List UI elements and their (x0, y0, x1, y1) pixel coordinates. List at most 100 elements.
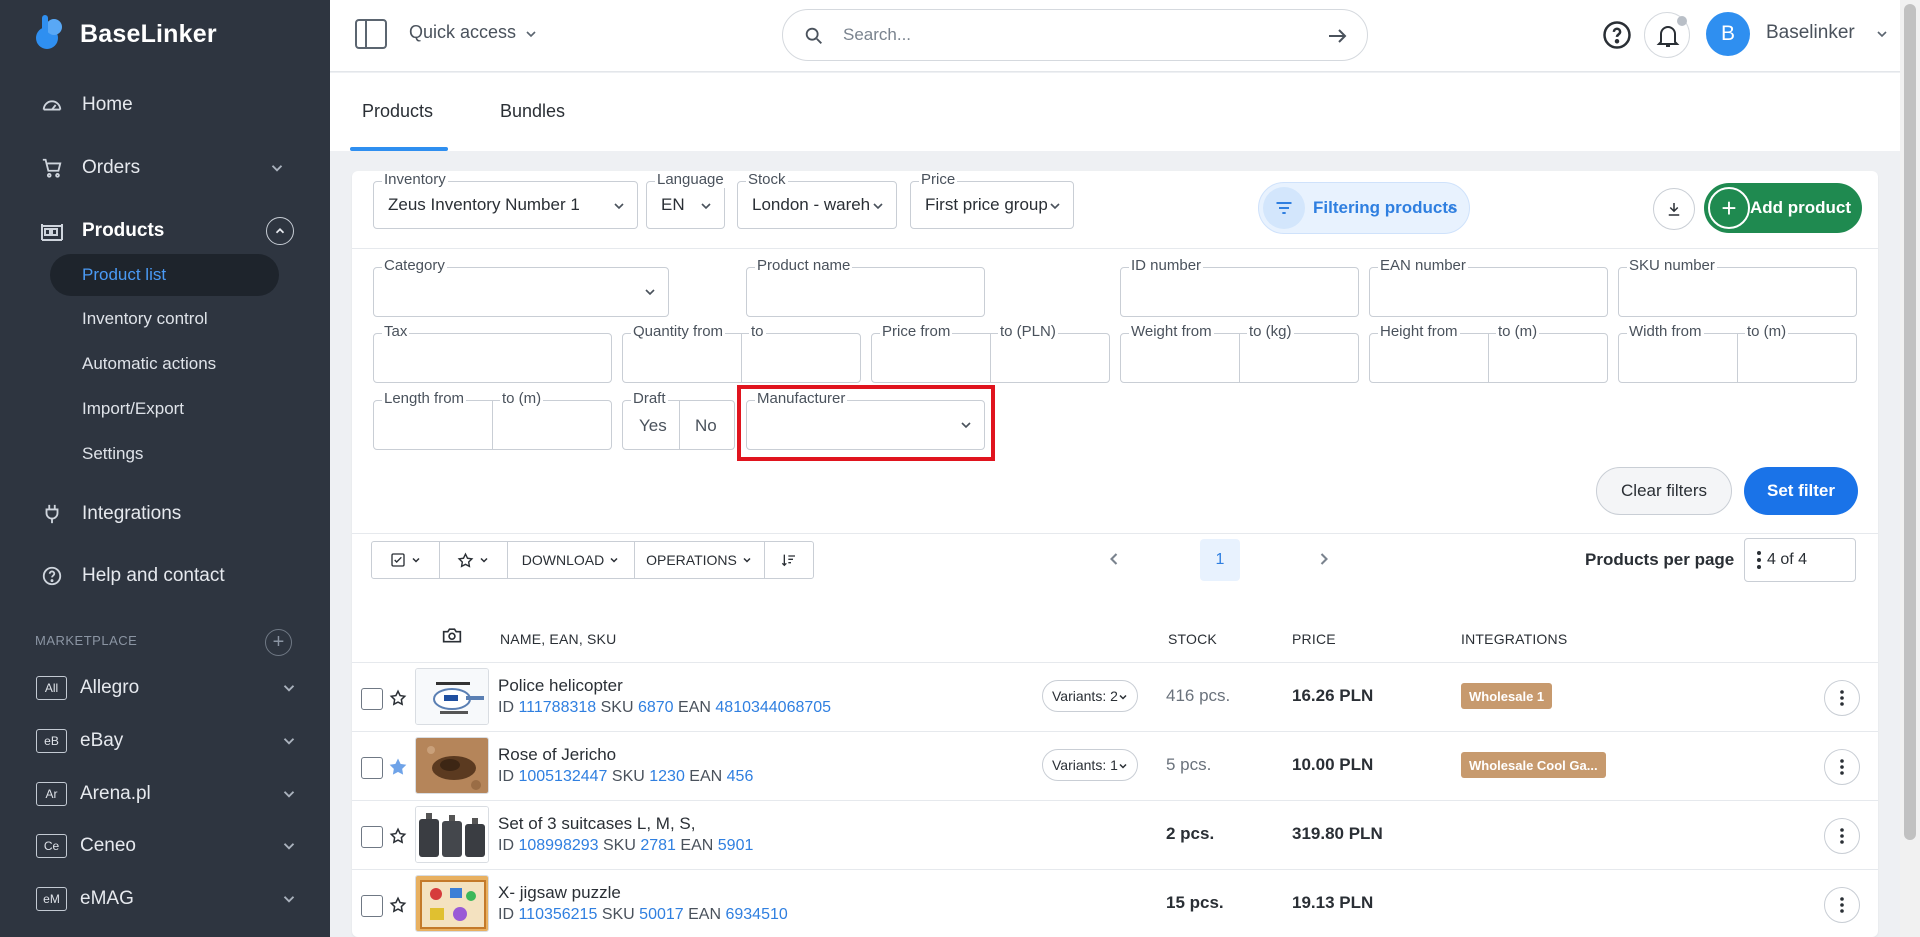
draft-no-option[interactable]: No (695, 416, 717, 436)
column-header-price[interactable]: PRICE (1292, 631, 1336, 647)
avatar[interactable]: B (1706, 12, 1750, 56)
add-product-button[interactable]: + Add product (1704, 183, 1862, 233)
product-name[interactable]: Rose of Jericho (498, 745, 616, 765)
help-icon[interactable] (1602, 20, 1632, 50)
table-row[interactable]: Police helicopter ID 111788318 SKU 6870 … (352, 662, 1878, 731)
scrollbar-thumb[interactable] (1904, 4, 1916, 840)
logo[interactable]: BaseLinker (36, 14, 217, 54)
product-thumbnail[interactable] (415, 668, 489, 725)
row-actions-button[interactable] (1824, 818, 1860, 854)
ean-number-field[interactable]: EAN number (1369, 257, 1608, 317)
product-id[interactable]: 1005132447 (518, 768, 607, 785)
star-icon[interactable] (389, 896, 407, 914)
category-select[interactable]: Category (373, 257, 669, 317)
marketplace-item-allegro[interactable]: All Allegro (36, 668, 296, 708)
download-dropdown-button[interactable]: DOWNLOAD (508, 542, 635, 578)
star-icon[interactable] (389, 689, 407, 707)
sidebar-subitem-inventory-control[interactable]: Inventory control (82, 304, 208, 334)
row-checkbox[interactable] (361, 757, 383, 779)
user-name[interactable]: Baselinker (1766, 22, 1855, 44)
product-thumbnail[interactable] (415, 737, 489, 794)
id-number-field[interactable]: ID number (1120, 257, 1359, 317)
tax-field[interactable]: Tax (373, 323, 612, 383)
sidebar-subitem-import-export[interactable]: Import/Export (82, 394, 184, 424)
collapse-products-button[interactable] (266, 217, 294, 245)
scrollbar[interactable] (1900, 0, 1920, 937)
row-checkbox[interactable] (361, 895, 383, 917)
variants-button[interactable]: Variants: 2 (1042, 680, 1138, 712)
product-sku[interactable]: 50017 (639, 906, 684, 923)
favorites-dropdown-button[interactable] (440, 542, 508, 578)
weight-range-field[interactable]: Weight from to (kg) (1120, 323, 1359, 383)
product-id[interactable]: 108998293 (518, 837, 598, 854)
sidebar-item-orders[interactable]: Orders (0, 145, 330, 191)
page-number[interactable]: 1 (1200, 539, 1240, 581)
product-name[interactable]: X- jigsaw puzzle (498, 883, 621, 903)
tab-products[interactable]: Products (362, 101, 433, 122)
download-button[interactable] (1653, 188, 1695, 230)
price-range-field[interactable]: Price from to (PLN) (871, 323, 1110, 383)
product-ean[interactable]: 4810344068705 (715, 699, 831, 716)
product-name-field[interactable]: Product name (746, 257, 985, 317)
row-actions-button[interactable] (1824, 887, 1860, 923)
sku-number-field[interactable]: SKU number (1618, 257, 1857, 317)
product-thumbnail[interactable] (415, 875, 489, 932)
width-range-field[interactable]: Width from to (m) (1618, 323, 1857, 383)
per-page-select[interactable]: 4 of 4 (1744, 538, 1856, 582)
column-header-stock[interactable]: STOCK (1168, 631, 1217, 647)
marketplace-item-ebay[interactable]: eB eBay (36, 721, 296, 761)
add-marketplace-button[interactable]: + (265, 629, 292, 656)
price-group-select[interactable]: Price First price group (910, 171, 1074, 229)
sidebar-subitem-product-list[interactable]: Product list (82, 254, 166, 296)
sidebar-item-home[interactable]: Home (0, 82, 330, 128)
sidebar-item-integrations[interactable]: Integrations (0, 491, 330, 537)
row-actions-button[interactable] (1824, 680, 1860, 716)
clear-filters-button[interactable]: Clear filters (1596, 467, 1732, 515)
product-sku[interactable]: 1230 (649, 768, 685, 785)
table-row[interactable]: Set of 3 suitcases L, M, S, ID 108998293… (352, 800, 1878, 869)
quick-access-label[interactable]: Quick access (409, 22, 516, 43)
column-header-name[interactable]: NAME, EAN, SKU (500, 631, 616, 647)
chevron-down-icon[interactable] (1874, 26, 1890, 42)
star-icon[interactable] (389, 827, 407, 845)
sidebar-subitem-settings[interactable]: Settings (82, 439, 143, 469)
notifications-button[interactable] (1644, 12, 1690, 58)
length-range-field[interactable]: Length from to (m) (373, 390, 612, 450)
table-row[interactable]: X- jigsaw puzzle ID 110356215 SKU 50017 … (352, 869, 1878, 937)
table-row[interactable]: Rose of Jericho ID 1005132447 SKU 1230 E… (352, 731, 1878, 800)
sidebar-toggle-icon[interactable] (355, 19, 387, 49)
marketplace-item-emag[interactable]: eM eMAG (36, 879, 296, 919)
row-actions-button[interactable] (1824, 749, 1860, 785)
search-input[interactable] (843, 20, 1293, 50)
inventory-select[interactable]: Inventory Zeus Inventory Number 1 (373, 171, 638, 229)
quantity-range-field[interactable]: Quantity from to (622, 323, 861, 383)
height-range-field[interactable]: Height from to (m) (1369, 323, 1608, 383)
tab-bundles[interactable]: Bundles (500, 101, 565, 122)
product-name[interactable]: Set of 3 suitcases L, M, S, (498, 814, 695, 834)
product-sku[interactable]: 2781 (640, 837, 676, 854)
sidebar-item-products[interactable]: Products (0, 208, 330, 254)
arrow-right-icon[interactable] (1325, 24, 1349, 48)
set-filter-button[interactable]: Set filter (1744, 467, 1858, 515)
product-ean[interactable]: 456 (727, 768, 754, 785)
product-thumbnail[interactable] (415, 806, 489, 863)
product-id[interactable]: 110356215 (518, 906, 597, 923)
filtering-products-toggle[interactable]: Filtering products (1258, 182, 1470, 234)
stock-select[interactable]: Stock London - wareh (737, 171, 897, 229)
star-filled-icon[interactable] (389, 758, 407, 776)
sidebar-subitem-automatic-actions[interactable]: Automatic actions (82, 349, 216, 379)
draft-yes-option[interactable]: Yes (639, 416, 667, 436)
prev-page-icon[interactable] (1104, 549, 1124, 569)
product-ean[interactable]: 5901 (718, 837, 754, 854)
variants-button[interactable]: Variants: 1 (1042, 749, 1138, 781)
select-dropdown-button[interactable] (372, 542, 440, 578)
sidebar-item-help[interactable]: Help and contact (0, 553, 330, 599)
sort-button[interactable] (765, 542, 813, 578)
product-name[interactable]: Police helicopter (498, 676, 623, 696)
product-id[interactable]: 111788318 (518, 699, 596, 716)
row-checkbox[interactable] (361, 826, 383, 848)
product-sku[interactable]: 6870 (638, 699, 674, 716)
next-page-icon[interactable] (1314, 549, 1334, 569)
language-select[interactable]: Language EN (646, 171, 726, 229)
row-checkbox[interactable] (361, 688, 383, 710)
